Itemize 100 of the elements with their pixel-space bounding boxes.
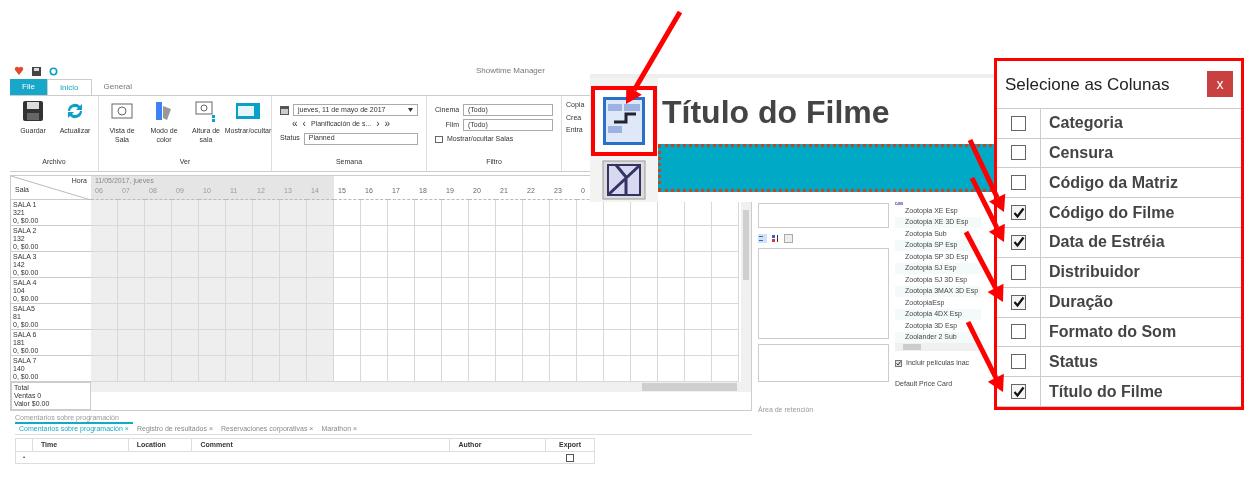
schedule-cell[interactable] (307, 356, 334, 382)
schedule-cell[interactable] (469, 252, 496, 278)
schedule-cell[interactable] (226, 200, 253, 226)
checkbox[interactable] (1011, 175, 1026, 191)
schedule-cell[interactable] (226, 356, 253, 382)
refresh-icon[interactable] (49, 66, 58, 76)
schedule-cell[interactable] (199, 356, 226, 382)
schedule-cell[interactable] (361, 330, 388, 356)
schedule-cell[interactable] (91, 278, 118, 304)
schedule-cell[interactable] (604, 278, 631, 304)
schedule-cell[interactable] (307, 278, 334, 304)
schedule-cell[interactable] (577, 278, 604, 304)
schedule-cell[interactable] (550, 330, 577, 356)
schedule-cell[interactable] (496, 356, 523, 382)
schedule-cell[interactable] (496, 226, 523, 252)
checkbox[interactable] (1011, 115, 1026, 131)
schedule-cell[interactable] (604, 330, 631, 356)
schedule-cell[interactable] (658, 356, 685, 382)
schedule-cell[interactable] (712, 200, 739, 226)
schedule-cell[interactable] (550, 278, 577, 304)
schedule-cell[interactable] (334, 252, 361, 278)
horizontal-scrollbar[interactable] (91, 382, 751, 392)
schedule-cell[interactable] (145, 200, 172, 226)
schedule-cell[interactable] (91, 304, 118, 330)
schedule-cell[interactable] (604, 304, 631, 330)
schedule-cell[interactable] (172, 200, 199, 226)
schedule-cell[interactable] (496, 200, 523, 226)
schedule-cell[interactable] (712, 356, 739, 382)
schedule-cell[interactable] (577, 330, 604, 356)
schedule-cell[interactable] (577, 356, 604, 382)
schedule-cell[interactable] (415, 304, 442, 330)
schedule-cell[interactable] (442, 200, 469, 226)
schedule-cell[interactable] (361, 252, 388, 278)
schedule-cell[interactable] (577, 252, 604, 278)
save-icon[interactable] (32, 66, 41, 76)
filter-icon[interactable] (602, 160, 646, 200)
schedule-cell[interactable] (577, 200, 604, 226)
schedule-cell[interactable] (388, 278, 415, 304)
schedule-cell[interactable] (604, 226, 631, 252)
schedule-cell[interactable] (469, 330, 496, 356)
schedule-cell[interactable] (91, 226, 118, 252)
schedule-cell[interactable] (496, 330, 523, 356)
schedule-cell[interactable] (253, 356, 280, 382)
schedule-cell[interactable] (631, 356, 658, 382)
schedule-cell[interactable] (361, 304, 388, 330)
schedule-cell[interactable] (415, 200, 442, 226)
schedule-cell[interactable] (307, 330, 334, 356)
schedule-cell[interactable] (631, 252, 658, 278)
alphabetical-sort-icon[interactable] (771, 233, 780, 243)
schedule-cell[interactable] (415, 278, 442, 304)
schedule-cell[interactable] (712, 330, 739, 356)
schedule-cell[interactable] (604, 356, 631, 382)
schedule-cell[interactable] (415, 226, 442, 252)
schedule-cell[interactable] (658, 252, 685, 278)
export-checkbox[interactable] (566, 453, 574, 462)
schedule-cell[interactable] (658, 226, 685, 252)
schedule-cell[interactable] (685, 278, 712, 304)
schedule-cell[interactable] (388, 356, 415, 382)
category-sort-icon[interactable] (758, 233, 767, 243)
schedule-cell[interactable] (280, 356, 307, 382)
schedule-cell[interactable] (685, 304, 712, 330)
column-chooser-icon[interactable] (602, 96, 646, 146)
schedule-cell[interactable] (442, 356, 469, 382)
schedule-cell[interactable] (631, 304, 658, 330)
schedule-cell[interactable] (334, 304, 361, 330)
schedule-cell[interactable] (91, 200, 118, 226)
checkbox[interactable] (895, 359, 902, 367)
schedule-cell[interactable] (388, 252, 415, 278)
schedule-cell[interactable] (307, 226, 334, 252)
property-list[interactable] (758, 248, 889, 339)
schedule-cell[interactable] (91, 356, 118, 382)
schedule-cell[interactable] (361, 356, 388, 382)
schedule-cell[interactable] (199, 200, 226, 226)
checkbox[interactable] (1011, 264, 1026, 280)
checkbox[interactable] (1011, 294, 1026, 310)
schedule-cell[interactable] (388, 330, 415, 356)
vertical-scrollbar[interactable] (741, 200, 751, 382)
schedule-cell[interactable] (307, 304, 334, 330)
schedule-cell[interactable] (685, 330, 712, 356)
first-week-button[interactable]: « (292, 119, 298, 130)
schedule-cell[interactable] (658, 330, 685, 356)
schedule-cell[interactable] (388, 200, 415, 226)
schedule-cell[interactable] (442, 226, 469, 252)
schedule-cell[interactable] (712, 278, 739, 304)
last-week-button[interactable]: » (384, 119, 391, 130)
schedule-cell[interactable] (550, 304, 577, 330)
checkbox[interactable] (1011, 234, 1026, 250)
schedule-cell[interactable] (361, 200, 388, 226)
checkbox[interactable] (1011, 384, 1026, 400)
schedule-cell[interactable] (172, 356, 199, 382)
checkbox[interactable] (1011, 354, 1026, 370)
horizontal-scrollbar[interactable] (895, 343, 981, 351)
text-field[interactable] (758, 203, 889, 228)
schedule-cell[interactable] (91, 330, 118, 356)
schedule-cell[interactable] (523, 356, 550, 382)
close-button[interactable]: x (1207, 71, 1233, 98)
schedule-cell[interactable] (523, 200, 550, 226)
schedule-cell[interactable] (415, 356, 442, 382)
schedule-cell[interactable] (685, 252, 712, 278)
schedule-cell[interactable] (550, 252, 577, 278)
